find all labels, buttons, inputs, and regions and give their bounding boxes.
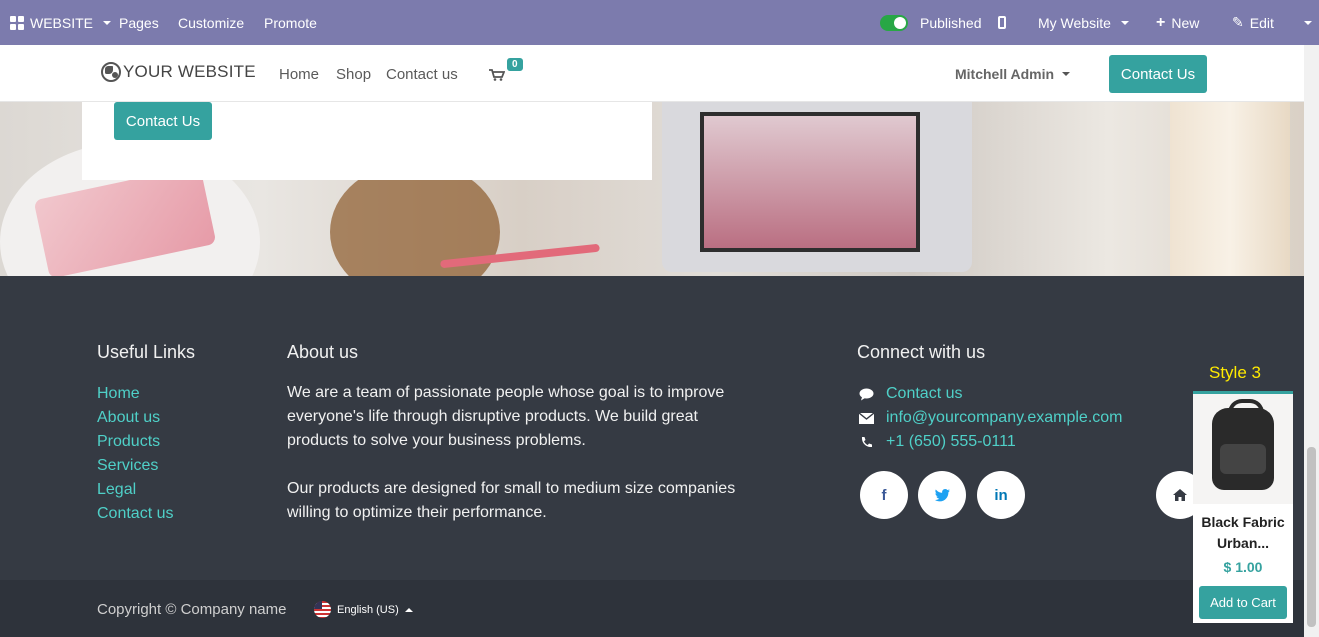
add-to-cart-button[interactable]: Add to Cart — [1199, 586, 1287, 619]
caret-down-icon — [1062, 72, 1071, 76]
nav-home[interactable]: Home — [279, 66, 319, 83]
footer-link-products[interactable]: Products — [97, 430, 173, 454]
phone-link[interactable]: +1 (650) 555-0111 — [886, 433, 1016, 451]
product-name[interactable]: Black Fabric Urban... — [1193, 512, 1293, 554]
backpack-image — [1212, 399, 1274, 490]
pencil-icon: ✎ — [1232, 14, 1244, 30]
about-us-title: About us — [287, 342, 359, 362]
website-app-menu[interactable]: WEBSITE — [10, 0, 112, 45]
product-image[interactable] — [1193, 394, 1293, 504]
email-link[interactable]: info@yourcompany.example.com — [886, 409, 1123, 427]
useful-links-list: Home About us Products Services Legal Co… — [97, 382, 173, 526]
caret-down-icon — [1304, 20, 1312, 25]
facebook-icon: f — [881, 486, 887, 504]
footer-link-home[interactable]: Home — [97, 382, 173, 406]
cart-icon — [489, 69, 506, 81]
edit-button[interactable]: ✎ Edit — [1232, 0, 1274, 45]
user-menu[interactable]: Mitchell Admin — [955, 66, 1071, 82]
edit-label: Edit — [1249, 14, 1274, 31]
contact-item-phone[interactable]: +1 (650) 555-0111 — [858, 430, 1123, 454]
mobile-icon — [998, 16, 1006, 29]
new-button[interactable]: + New — [1156, 0, 1199, 45]
hero-tablet-screen — [700, 112, 920, 252]
page-scrollbar[interactable] — [1304, 45, 1319, 637]
hero-contact-us-button[interactable]: Contact Us — [114, 102, 212, 140]
caret-up-icon — [404, 607, 413, 612]
footer-link-services[interactable]: Services — [97, 454, 173, 478]
customize-menu[interactable]: Customize — [178, 0, 244, 45]
website-switcher[interactable]: My Website — [1038, 0, 1129, 45]
comment-icon — [858, 388, 874, 401]
caret-down-icon — [1120, 20, 1129, 25]
hero-text-card: Contact Us — [82, 102, 652, 180]
connect-title: Connect with us — [857, 342, 986, 362]
twitter-button[interactable] — [918, 471, 966, 519]
facebook-button[interactable]: f — [860, 471, 908, 519]
hero-paper-roll — [1170, 102, 1290, 276]
linkedin-icon: in — [994, 486, 1008, 504]
nav-contact-us[interactable]: Contact us — [386, 66, 458, 83]
toggle-switch — [880, 14, 908, 31]
app-menu-label: WEBSITE — [30, 14, 94, 31]
footer-link-contact-us[interactable]: Contact us — [97, 502, 173, 526]
scrollbar-thumb[interactable] — [1307, 447, 1316, 627]
widget-style-label: Style 3 — [1209, 363, 1261, 382]
phone-icon — [858, 436, 874, 449]
sub-footer: Copyright © Company name English (US) — [0, 580, 1304, 637]
contact-item-contact-us[interactable]: Contact us — [858, 382, 1123, 406]
home-icon — [1173, 489, 1187, 501]
linkedin-button[interactable]: in — [977, 471, 1025, 519]
copyright-text: Copyright © Company name — [97, 601, 287, 618]
promote-menu[interactable]: Promote — [264, 0, 317, 45]
contact-us-link[interactable]: Contact us — [886, 385, 962, 403]
admin-bar: WEBSITE Pages Customize Promote Publishe… — [0, 0, 1319, 45]
product-widget: Black Fabric Urban... $ 1.00 Add to Cart — [1193, 391, 1293, 623]
site-logo[interactable]: YOUR WEBSITE — [101, 62, 256, 82]
nav-shop[interactable]: Shop — [336, 66, 371, 83]
mobile-preview-button[interactable] — [998, 0, 1006, 45]
globe-icon — [101, 62, 121, 82]
plus-icon: + — [1156, 13, 1166, 31]
logo-text: YOUR WEBSITE — [123, 62, 256, 81]
language-selector[interactable]: English (US) — [314, 601, 413, 618]
useful-links-title: Useful Links — [97, 342, 196, 362]
about-paragraph-1: We are a team of passionate people whose… — [287, 384, 725, 449]
pages-menu[interactable]: Pages — [119, 0, 159, 45]
hero-banner: Contact Us — [0, 102, 1304, 276]
cart-link[interactable]: 0 — [489, 58, 523, 84]
footer-link-legal[interactable]: Legal — [97, 478, 173, 502]
footer: Useful Links Home About us Products Serv… — [0, 276, 1304, 580]
twitter-icon — [934, 488, 950, 501]
website-switcher-label: My Website — [1038, 14, 1111, 31]
apps-grid-icon — [10, 15, 24, 30]
published-toggle[interactable]: Published — [880, 0, 982, 45]
header-contact-us-button[interactable]: Contact Us — [1109, 55, 1207, 93]
footer-link-about-us[interactable]: About us — [97, 406, 173, 430]
envelope-icon — [858, 412, 874, 424]
cart-count-badge: 0 — [507, 58, 523, 71]
product-price: $ 1.00 — [1223, 559, 1263, 575]
published-label: Published — [920, 14, 982, 31]
us-flag-icon — [314, 601, 331, 618]
user-name: Mitchell Admin — [955, 66, 1055, 82]
contact-list: Contact us info@yourcompany.example.com … — [858, 382, 1123, 454]
new-label: New — [1171, 14, 1200, 31]
language-label: English (US) — [337, 603, 399, 616]
caret-down-icon — [103, 20, 112, 25]
site-header: YOUR WEBSITE Home Shop Contact us 0 Mitc… — [0, 45, 1304, 102]
about-us-text: We are a team of passionate people whose… — [287, 381, 737, 525]
about-paragraph-2: Our products are designed for small to m… — [287, 480, 736, 521]
admin-more-dropdown[interactable] — [1300, 0, 1312, 45]
contact-item-email[interactable]: info@yourcompany.example.com — [858, 406, 1123, 430]
